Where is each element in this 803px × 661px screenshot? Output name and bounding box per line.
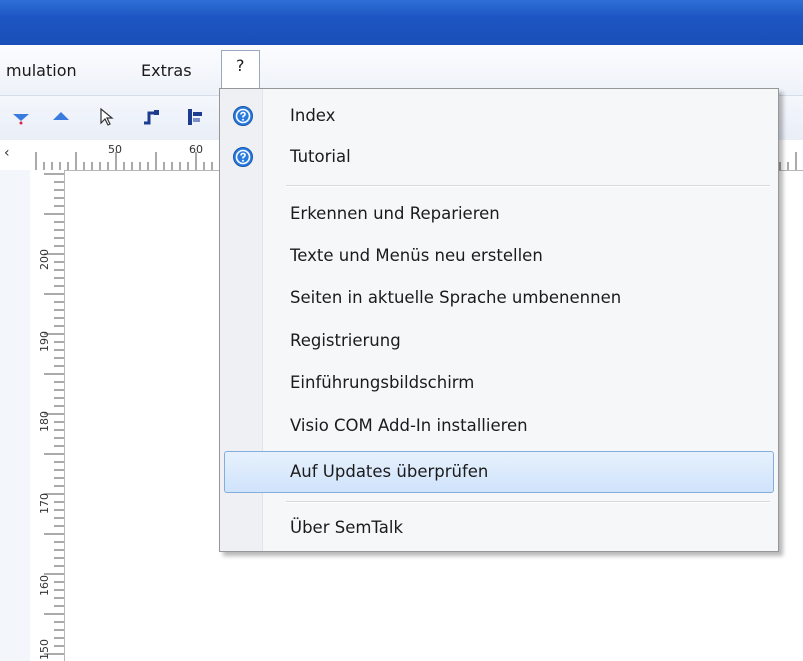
- menu-item-tutorial[interactable]: Tutorial: [224, 138, 774, 176]
- menu-item-erkennen-reparieren[interactable]: Erkennen und Reparieren: [224, 195, 774, 233]
- menu-item-index[interactable]: Index: [224, 97, 774, 135]
- menu-item-updates-pruefen[interactable]: Auf Updates überprüfen: [224, 451, 774, 493]
- move-down-icon[interactable]: [10, 106, 32, 128]
- menu-item-label: Tutorial: [290, 147, 351, 166]
- ruler-label-190: 190: [38, 331, 51, 352]
- menu-item-label: Texte und Menüs neu erstellen: [290, 246, 543, 265]
- ruler-label-150: 150: [38, 639, 51, 660]
- left-panel-strip: [0, 170, 31, 661]
- menu-item-label: Seiten in aktuelle Sprache umbenennen: [290, 288, 622, 307]
- menu-separator: [286, 185, 770, 187]
- connector-tool-icon[interactable]: [140, 106, 162, 128]
- menu-item-registrierung[interactable]: Registrierung: [224, 322, 774, 360]
- menu-item-label: Visio COM Add-In installieren: [290, 416, 528, 435]
- menu-item-label: Auf Updates überprüfen: [290, 462, 489, 481]
- move-up-icon[interactable]: [50, 106, 72, 128]
- ruler-label-60: 60: [189, 143, 203, 156]
- menu-help[interactable]: ?: [221, 50, 260, 88]
- ruler-label-180: 180: [38, 411, 51, 432]
- help-circle-icon: [233, 106, 253, 126]
- menu-item-ueber-semtalk[interactable]: Über SemTalk: [224, 509, 774, 547]
- menu-item-label: Über SemTalk: [290, 518, 404, 537]
- menu-extras[interactable]: Extras: [133, 58, 200, 84]
- menu-item-label: Registrierung: [290, 331, 401, 350]
- ruler-label-50: 50: [108, 143, 122, 156]
- ruler-label-170: 170: [38, 493, 51, 514]
- collapse-icon[interactable]: ‹: [4, 145, 10, 161]
- menu-simulation[interactable]: mulation: [0, 58, 85, 84]
- ruler-label-160: 160: [38, 575, 51, 596]
- menu-item-label: Einführungsbildschirm: [290, 373, 475, 392]
- menu-separator: [286, 501, 770, 503]
- pointer-tool-icon[interactable]: [96, 106, 118, 128]
- menu-item-texte-menues[interactable]: Texte und Menüs neu erstellen: [224, 237, 774, 275]
- menu-item-seiten-umbenennen[interactable]: Seiten in aktuelle Sprache umbenennen: [224, 279, 774, 317]
- menu-item-visio-com-addin[interactable]: Visio COM Add-In installieren: [224, 407, 774, 445]
- window-titlebar: [0, 0, 803, 45]
- menu-item-label: Index: [290, 106, 336, 125]
- menu-item-einfuehrungsbildschirm[interactable]: Einführungsbildschirm: [224, 364, 774, 402]
- help-menu-dropdown: Index Tutorial Erkennen und Reparieren T…: [219, 88, 779, 552]
- layout-tool-icon[interactable]: [184, 106, 206, 128]
- help-circle-icon: [233, 147, 253, 167]
- menu-item-label: Erkennen und Reparieren: [290, 204, 500, 223]
- ruler-label-200: 200: [38, 249, 51, 270]
